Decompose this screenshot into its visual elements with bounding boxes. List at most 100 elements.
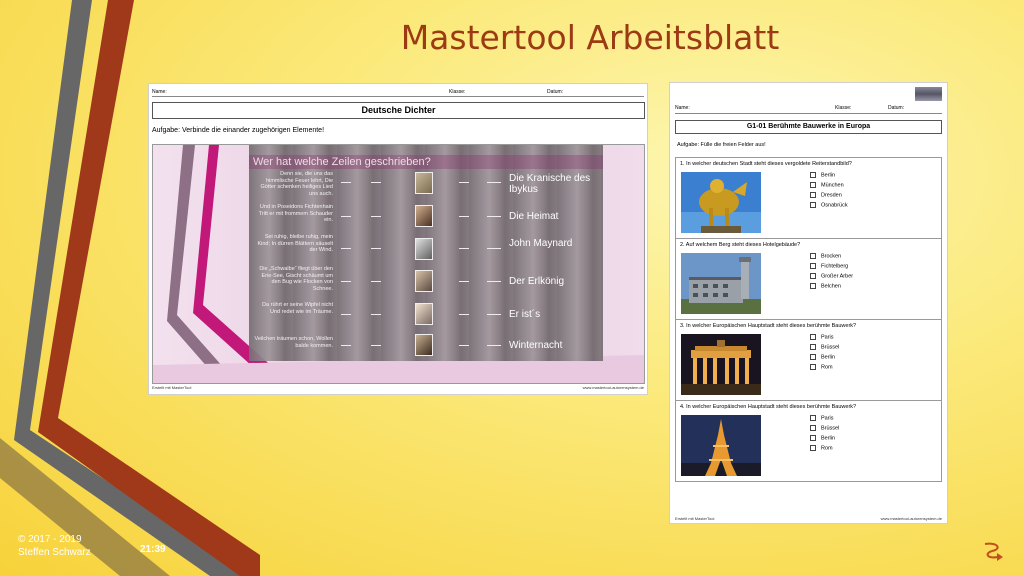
answer-checkbox[interactable] bbox=[810, 182, 816, 188]
option-row[interactable]: Berlin bbox=[810, 435, 835, 442]
answer-checkbox[interactable] bbox=[810, 253, 816, 259]
option-row[interactable]: Brocken bbox=[810, 253, 841, 260]
photo-golden-rider bbox=[681, 172, 761, 233]
footer-credits: © 2017 - 2019 Steffen Schwarz bbox=[18, 533, 91, 559]
link-line bbox=[459, 248, 469, 249]
answer-checkbox[interactable] bbox=[810, 263, 816, 269]
quote-4[interactable]: Die „Schwalbe“ fliegt über den Erie-See,… bbox=[253, 266, 333, 292]
link-line bbox=[459, 345, 469, 346]
option-row[interactable]: Großer Arber bbox=[810, 273, 853, 280]
poet-portrait[interactable] bbox=[415, 334, 433, 356]
poem-title-1[interactable]: Die Kranische des Ibykus bbox=[509, 173, 599, 195]
answer-checkbox[interactable] bbox=[810, 273, 816, 279]
answer-checkbox[interactable] bbox=[810, 364, 816, 370]
option-row[interactable]: Rom bbox=[810, 445, 833, 452]
link-line bbox=[487, 182, 501, 183]
header-rule bbox=[675, 113, 942, 114]
option-label: Brüssel bbox=[821, 344, 840, 351]
option-label: Belchen bbox=[821, 283, 841, 290]
question-text: 2. Auf welchem Berg steht dieses Hotelge… bbox=[680, 242, 801, 248]
quote-2[interactable]: Und in Poseidons Fichtenhain Tritt er mi… bbox=[253, 204, 333, 224]
answer-checkbox[interactable] bbox=[810, 344, 816, 350]
answer-checkbox[interactable] bbox=[810, 283, 816, 289]
poet-portrait[interactable] bbox=[415, 303, 433, 325]
answer-checkbox[interactable] bbox=[810, 192, 816, 198]
option-row[interactable]: Paris bbox=[810, 334, 834, 341]
option-label: Berlin bbox=[821, 435, 836, 442]
poet-portrait[interactable] bbox=[415, 205, 433, 227]
link-line bbox=[341, 216, 351, 217]
option-row[interactable]: Belchen bbox=[810, 283, 841, 290]
link-line bbox=[371, 182, 381, 183]
option-row[interactable]: München bbox=[810, 182, 844, 189]
answer-checkbox[interactable] bbox=[810, 425, 816, 431]
class-label: Klasse: bbox=[449, 89, 466, 95]
answer-checkbox[interactable] bbox=[810, 415, 816, 421]
quote-3[interactable]: Sei ruhig, bleibe ruhig, mein Kind; In d… bbox=[253, 234, 333, 254]
worksheet-title: Deutsche Dichter bbox=[152, 102, 645, 119]
link-line bbox=[371, 281, 381, 282]
option-row[interactable]: Berlin bbox=[810, 354, 835, 361]
option-row[interactable]: Berlin bbox=[810, 172, 835, 179]
option-label: Paris bbox=[821, 334, 834, 341]
question-text: 1. In welcher deutschen Stadt steht dies… bbox=[680, 161, 852, 167]
option-label: Rom bbox=[821, 364, 833, 371]
option-row[interactable]: Fichtelberg bbox=[810, 263, 848, 270]
option-row[interactable]: Rom bbox=[810, 364, 833, 371]
poem-title-5[interactable]: Er ist´s bbox=[509, 309, 599, 320]
question-block: 4. In welcher Europäischen Hauptstadt st… bbox=[675, 400, 942, 482]
quote-1[interactable]: Denn sie, die uns das himmlische Feuer l… bbox=[253, 171, 333, 197]
option-row[interactable]: Brüssel bbox=[810, 344, 839, 351]
poem-title-2[interactable]: Die Heimat bbox=[509, 211, 599, 222]
task-text: Aufgabe: Verbinde die einander zugehörig… bbox=[152, 127, 325, 134]
quote-5[interactable]: Da rührt er seine Wipfel nicht Und redet… bbox=[253, 302, 333, 315]
option-label: Berlin bbox=[821, 172, 836, 179]
worksheet-bauwerke: Name: Klasse: Datum: G1-01 Berühmte Bauw… bbox=[669, 82, 948, 524]
answer-checkbox[interactable] bbox=[810, 354, 816, 360]
link-line bbox=[341, 345, 351, 346]
option-row[interactable]: Paris bbox=[810, 415, 834, 422]
next-slide-arrow-icon[interactable] bbox=[980, 537, 1006, 563]
footer-url: www.mastertool-autorensystem.de bbox=[880, 516, 942, 521]
question-text: 4. In welcher Europäischen Hauptstadt st… bbox=[680, 404, 857, 410]
answer-checkbox[interactable] bbox=[810, 334, 816, 340]
poem-title-6[interactable]: Winternacht bbox=[509, 340, 599, 351]
poet-portrait[interactable] bbox=[415, 238, 433, 260]
header-rule bbox=[152, 96, 644, 97]
answer-checkbox[interactable] bbox=[810, 445, 816, 451]
answer-checkbox[interactable] bbox=[810, 172, 816, 178]
option-row[interactable]: Brüssel bbox=[810, 425, 839, 432]
link-line bbox=[487, 281, 501, 282]
option-label: Großer Arber bbox=[821, 273, 854, 280]
author-text: Steffen Schwarz bbox=[18, 547, 91, 558]
link-line bbox=[371, 216, 381, 217]
link-line bbox=[341, 314, 351, 315]
photo-brandenburg-gate bbox=[681, 334, 761, 395]
quote-6[interactable]: Veilchen träumen schon, Wollen balde kom… bbox=[253, 336, 333, 349]
question-block: 1. In welcher deutschen Stadt steht dies… bbox=[675, 157, 942, 239]
option-row[interactable]: Dresden bbox=[810, 192, 842, 199]
task-text: Aufgabe: Fülle die freien Felder aus! bbox=[677, 142, 766, 148]
class-label: Klasse: bbox=[835, 105, 852, 111]
option-row[interactable]: Osnabrück bbox=[810, 202, 848, 209]
name-label: Name: bbox=[675, 105, 690, 111]
poem-title-4[interactable]: Der Erlkönig bbox=[509, 276, 599, 287]
link-line bbox=[459, 314, 469, 315]
option-label: München bbox=[821, 182, 844, 189]
poet-portrait[interactable] bbox=[415, 172, 433, 194]
answer-checkbox[interactable] bbox=[810, 435, 816, 441]
answer-checkbox[interactable] bbox=[810, 202, 816, 208]
link-line bbox=[459, 182, 469, 183]
link-line bbox=[341, 281, 351, 282]
option-label: Rom bbox=[821, 445, 833, 452]
option-label: Brocken bbox=[821, 253, 842, 260]
name-label: Name: bbox=[152, 89, 167, 95]
poem-title-3[interactable]: John Maynard bbox=[509, 238, 599, 249]
poet-portrait[interactable] bbox=[415, 270, 433, 292]
slide-title: Mastertool Arbeitsblatt bbox=[400, 18, 780, 57]
date-label: Datum: bbox=[888, 105, 905, 111]
link-line bbox=[341, 248, 351, 249]
footer-credit: Erstellt mit MasterTool bbox=[152, 385, 192, 390]
slide-time: 21:39 bbox=[140, 544, 166, 555]
question-block: 2. Auf welchem Berg steht dieses Hotelge… bbox=[675, 238, 942, 320]
